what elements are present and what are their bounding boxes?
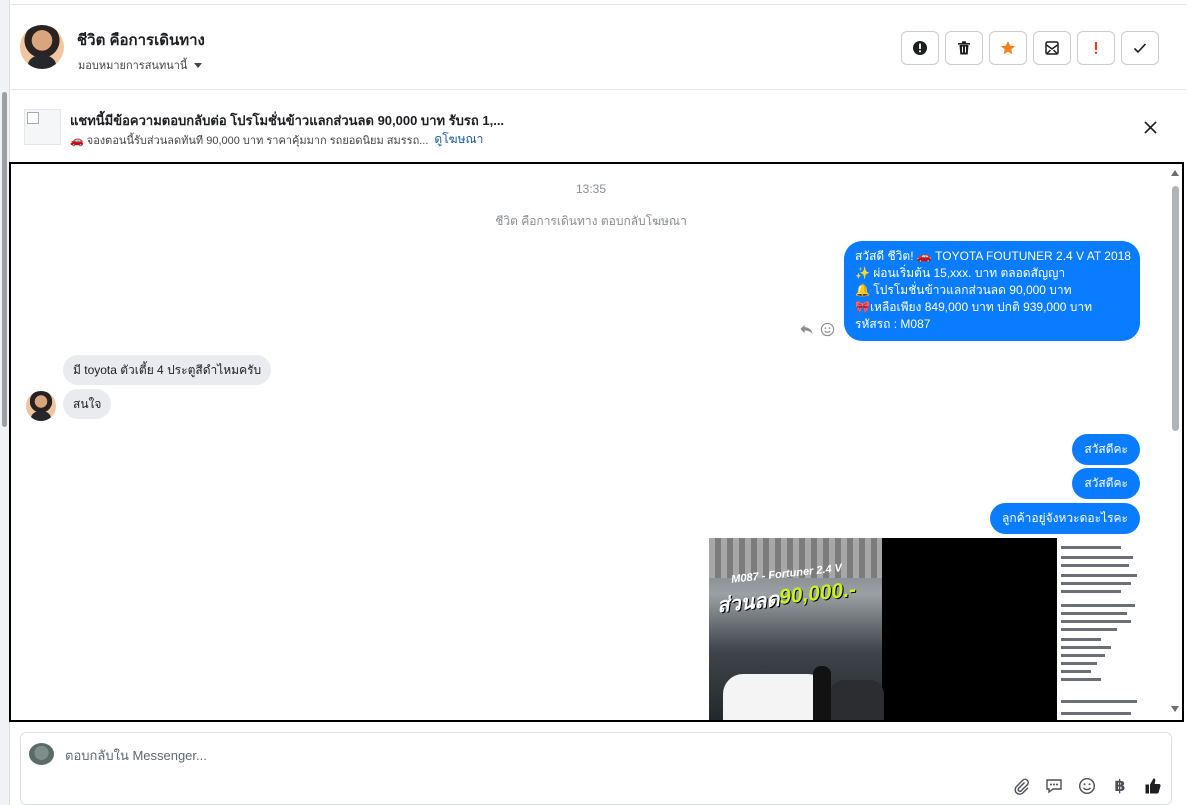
ad-title: แชทนี้มีข้อความตอบกลับต่อ โปรโมชั่นข้าวแ… xyxy=(70,113,505,128)
ad-thumbnail[interactable] xyxy=(24,109,61,145)
close-ad-bar-button[interactable] xyxy=(1140,117,1160,137)
page-scrollbar-thumb[interactable] xyxy=(2,92,7,427)
incoming-message[interactable]: สนใจ xyxy=(63,389,112,419)
payment-button[interactable]: ฿ xyxy=(1110,776,1130,796)
conversation-header: ชีวิต คือการเดินทาง มอบหมายการสนทนานี้ xyxy=(10,4,1186,90)
message-tools xyxy=(799,322,835,337)
promo-line: สวัสดี ชีวิต! 🚗 TOYOTA FOUTUNER 2.4 V AT… xyxy=(855,249,1131,263)
text-line xyxy=(1061,546,1121,549)
like-icon xyxy=(1145,778,1161,794)
baht-icon: ฿ xyxy=(1114,778,1126,795)
message-timestamp: 13:35 xyxy=(575,182,607,196)
incoming-message[interactable]: มี toyota ตัวเตี้ย 4 ประตูสีดำไหมครับ xyxy=(63,355,272,385)
contact-avatar-small[interactable] xyxy=(26,391,56,421)
star-icon xyxy=(1000,41,1016,55)
reply-input[interactable] xyxy=(65,748,965,763)
text-line xyxy=(1061,556,1133,559)
ad-reference-bar: แชทนี้มีข้อความตอบกลับต่อ โปรโมชั่นข้าวแ… xyxy=(10,92,1186,162)
alert-circle-icon xyxy=(913,41,927,55)
check-icon xyxy=(1133,43,1147,54)
reply-composer: ฿ xyxy=(20,732,1172,805)
text-line xyxy=(1061,712,1131,715)
text-line xyxy=(1061,564,1129,567)
text-line xyxy=(1061,654,1105,657)
scroll-up-arrow-icon[interactable] xyxy=(1171,170,1179,176)
close-icon xyxy=(1143,120,1157,134)
contact-name[interactable]: ชีวิต คือการเดินทาง xyxy=(77,28,205,52)
mark-important-button[interactable] xyxy=(1077,31,1115,65)
page-avatar xyxy=(29,743,54,765)
envelope-icon xyxy=(1045,41,1059,55)
chat-scrollbar-thumb[interactable] xyxy=(1172,186,1179,431)
react-emoji-icon[interactable] xyxy=(820,322,835,337)
composer-tools: ฿ xyxy=(1011,776,1163,796)
message-thread[interactable]: 13:35 ชีวิต คือการเดินทาง ตอบกลับโฆษณา ส… xyxy=(9,162,1184,722)
attach-file-button[interactable] xyxy=(1011,776,1031,796)
delete-button[interactable] xyxy=(945,31,983,65)
outgoing-message[interactable]: สวัสดีคะ xyxy=(1072,434,1140,465)
star-button[interactable] xyxy=(989,31,1027,65)
trash-icon xyxy=(958,41,970,55)
text-line xyxy=(1061,678,1101,681)
text-line xyxy=(1061,662,1097,665)
image-attachment[interactable]: M087 - Fortuner 2.4 V ส่วนลด 90,000.- xyxy=(709,538,1142,720)
outgoing-message[interactable]: สวัสดีคะ xyxy=(1072,468,1140,499)
contact-avatar[interactable] xyxy=(20,25,64,69)
view-ad-link[interactable]: ดูโฆษณา xyxy=(434,130,483,149)
car-promo-photo: M087 - Fortuner 2.4 V ส่วนลด 90,000.- xyxy=(709,538,884,720)
like-button[interactable] xyxy=(1143,776,1163,796)
emoji-button[interactable] xyxy=(1077,776,1097,796)
text-line xyxy=(1061,670,1091,673)
report-button[interactable] xyxy=(901,31,939,65)
ad-reply-notice: ชีวิต คือการเดินทาง ตอบกลับโฆษณา xyxy=(495,214,687,228)
caret-down-icon xyxy=(194,62,203,68)
text-line xyxy=(1061,646,1111,649)
image-amount: 90,000.- xyxy=(777,578,858,609)
promo-line: ✨ ผ่อนเริ่มต้น 15,xxx. บาท ตลอดสัญญา xyxy=(855,266,1066,280)
outgoing-message[interactable]: ลูกค้าอยู่จังหวะดอะไรคะ xyxy=(989,503,1140,534)
chat-bubble-icon xyxy=(1046,779,1062,794)
text-line xyxy=(1061,574,1137,577)
header-actions xyxy=(901,31,1159,65)
text-line xyxy=(1061,612,1127,615)
chat-scrollbar[interactable] xyxy=(1168,164,1182,720)
emoji-icon xyxy=(1078,777,1096,795)
saved-replies-button[interactable] xyxy=(1044,776,1064,796)
text-line xyxy=(1061,700,1137,703)
text-line xyxy=(1061,590,1121,593)
dark-car-shape xyxy=(829,680,884,720)
presenter-shape xyxy=(813,666,831,720)
scroll-down-arrow-icon[interactable] xyxy=(1171,706,1179,712)
outgoing-promo-message[interactable]: สวัสดี ชีวิต! 🚗 TOYOTA FOUTUNER 2.4 V AT… xyxy=(844,241,1140,341)
paperclip-icon xyxy=(1014,778,1029,795)
ad-post-screenshot xyxy=(1057,538,1142,720)
ad-subtitle: 🚗 จองตอนนี้รับส่วนลดทันที 90,000 บาท ราค… xyxy=(70,134,429,147)
text-line xyxy=(1061,628,1117,631)
text-line xyxy=(1061,620,1131,623)
ad-subtitle-row: 🚗 จองตอนนี้รับส่วนลดทันที 90,000 บาท ราค… xyxy=(70,130,483,149)
text-line xyxy=(1061,638,1101,641)
mark-done-button[interactable] xyxy=(1121,31,1159,65)
image-headline: ส่วนลด xyxy=(716,588,781,618)
text-line xyxy=(1061,604,1135,607)
reply-icon[interactable] xyxy=(799,322,814,337)
assign-conversation-dropdown[interactable]: มอบหมายการสนทนานี้ xyxy=(78,56,203,74)
exclamation-icon xyxy=(1094,42,1098,54)
promo-line: 🔔 โปรโมชั่นข้าวแลกส่วนลด 90,000 บาท xyxy=(855,283,1072,297)
assign-label: มอบหมายการสนทนานี้ xyxy=(78,60,188,72)
promo-line: รหัสรถ : M087 xyxy=(855,317,931,331)
mark-unread-button[interactable] xyxy=(1033,31,1071,65)
text-line xyxy=(1061,582,1131,585)
promo-line: 🎀เหลือเพียง 849,000 บาท ปกติ 939,000 บาท xyxy=(855,300,1093,314)
